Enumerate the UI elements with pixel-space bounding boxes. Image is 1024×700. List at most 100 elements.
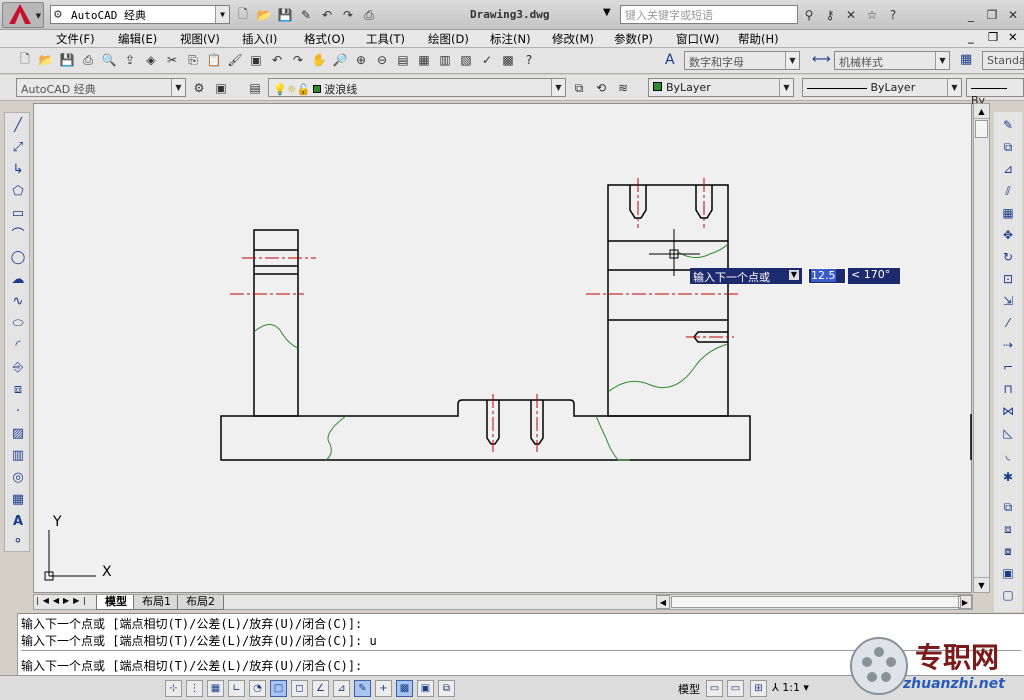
layer-previous-icon[interactable]: ⟲: [592, 79, 610, 97]
extend-icon[interactable]: ⇢: [999, 336, 1017, 354]
minimize-icon[interactable]: _: [962, 6, 980, 24]
workspace-select[interactable]: AutoCAD 经典 ▼: [16, 78, 186, 97]
scale-icon[interactable]: ⊡: [999, 270, 1017, 288]
polygon-icon[interactable]: ⬠: [9, 183, 27, 201]
horizontal-scroll-thumb[interactable]: [671, 596, 961, 608]
construction-line-icon[interactable]: ⤢: [9, 139, 27, 157]
menu-edit[interactable]: 编辑(E): [118, 31, 157, 47]
workspace-settings-icon[interactable]: ⚙: [190, 79, 208, 97]
calculator-icon[interactable]: ▩: [499, 51, 517, 69]
dynamic-length-input[interactable]: 12.5: [808, 268, 846, 284]
publish-icon[interactable]: ⇪: [121, 51, 139, 69]
application-menu-button[interactable]: ▼: [2, 2, 44, 28]
annotation-scale-icon[interactable]: ⊞: [750, 680, 767, 697]
scroll-thumb[interactable]: [975, 120, 988, 138]
tab-layout2[interactable]: 布局2: [177, 595, 224, 610]
annotation-scale[interactable]: ⅄ 1:1 ▾: [772, 681, 809, 694]
zoom-realtime-icon[interactable]: 🔎: [331, 51, 349, 69]
revcloud-icon[interactable]: ☁: [9, 271, 27, 289]
key-icon[interactable]: ⚷: [821, 6, 839, 24]
drawing-canvas[interactable]: Y X 输入下一个点或 ▼ 12.5 < 170°: [33, 103, 972, 593]
rotate-icon[interactable]: ↻: [999, 248, 1017, 266]
fillet-icon[interactable]: ◟: [999, 446, 1017, 464]
command-prompt[interactable]: 输入下一个点或 [端点相切(T)/公差(L)/放弃(U)/闭合(C)]:: [21, 657, 362, 674]
text-style-select[interactable]: 数字和字母 ▼: [684, 51, 800, 70]
copy-icon[interactable]: ⎘: [184, 51, 202, 69]
sheetset-icon[interactable]: ▧: [457, 51, 475, 69]
mirror-icon[interactable]: ⊿: [999, 160, 1017, 178]
markup-icon[interactable]: ✓: [478, 51, 496, 69]
ellipse-arc-icon[interactable]: ◜: [9, 337, 27, 355]
menu-help[interactable]: 帮助(H): [738, 31, 779, 47]
menu-parametric[interactable]: 参数(P): [614, 31, 653, 47]
add-selected-icon[interactable]: ⚬: [9, 533, 27, 551]
linetype-select[interactable]: ByLayer ▼: [802, 78, 962, 97]
help-tool-icon[interactable]: ?: [520, 51, 538, 69]
cut-icon[interactable]: ✂: [163, 51, 181, 69]
region-icon[interactable]: ◎: [9, 469, 27, 487]
restore-icon[interactable]: ❐: [983, 6, 1001, 24]
otrack-icon[interactable]: ∠: [312, 680, 329, 697]
quickprops-icon[interactable]: ▣: [417, 680, 434, 697]
offset-icon[interactable]: ⫽: [999, 182, 1017, 200]
arrow-down-icon[interactable]: ▼: [789, 270, 799, 280]
rectangle-icon[interactable]: ▭: [9, 205, 27, 223]
polyline-icon[interactable]: ↳: [9, 161, 27, 179]
stretch-icon[interactable]: ⇲: [999, 292, 1017, 310]
menu-dimension[interactable]: 标注(N): [490, 31, 531, 47]
scroll-right-icon[interactable]: ▶: [958, 595, 972, 609]
print-icon[interactable]: ⎙: [79, 51, 97, 69]
doc-close-icon[interactable]: ✕: [1008, 30, 1018, 44]
point-icon[interactable]: ·: [9, 403, 27, 421]
zoom-previous-icon[interactable]: ⊖: [373, 51, 391, 69]
matchprop-icon[interactable]: 🖌: [226, 51, 244, 69]
move-icon[interactable]: ✥: [999, 226, 1017, 244]
send-back-icon[interactable]: ⧇: [999, 542, 1017, 560]
layer-manager-icon[interactable]: ▤: [246, 79, 264, 97]
below-object-icon[interactable]: ▢: [999, 586, 1017, 604]
search-input[interactable]: 键入关键字或短语: [620, 5, 798, 24]
tab-layout1[interactable]: 布局1: [133, 595, 180, 610]
table-style-select[interactable]: Standa: [982, 51, 1024, 70]
toolpalettes-icon[interactable]: ▥: [436, 51, 454, 69]
mtext-icon[interactable]: A: [9, 513, 27, 531]
star-icon[interactable]: ☆: [863, 6, 881, 24]
copy-object-icon[interactable]: ⧉: [999, 138, 1017, 156]
dimstyle-icon[interactable]: ⟷: [812, 52, 831, 67]
transparency-icon[interactable]: ▩: [396, 680, 413, 697]
circle-icon[interactable]: ◯: [9, 249, 27, 267]
exchange-icon[interactable]: ✕: [842, 6, 860, 24]
spline-icon[interactable]: ∿: [9, 293, 27, 311]
help-icon[interactable]: ?: [884, 6, 902, 24]
arc-icon[interactable]: ⌒: [9, 227, 27, 245]
scroll-down-icon[interactable]: ▼: [974, 577, 989, 592]
color-select[interactable]: ByLayer ▼: [648, 78, 794, 97]
binoculars-icon[interactable]: ⚲: [800, 6, 818, 24]
dynamic-angle-input[interactable]: < 170°: [848, 268, 900, 284]
preview-icon[interactable]: 🔍: [100, 51, 118, 69]
join-icon[interactable]: ⋈: [999, 402, 1017, 420]
ellipse-icon[interactable]: ⬭: [9, 315, 27, 333]
menu-view[interactable]: 视图(V): [180, 31, 220, 47]
grid-icon[interactable]: ▦: [207, 680, 224, 697]
trim-icon[interactable]: ⁄: [999, 314, 1017, 332]
pan-icon[interactable]: ✋: [310, 51, 328, 69]
textstyle-icon[interactable]: A: [665, 52, 675, 68]
lineweight-select[interactable]: By: [966, 78, 1024, 107]
designcenter-icon[interactable]: ▦: [415, 51, 433, 69]
paste-icon[interactable]: 📋: [205, 51, 223, 69]
make-block-icon[interactable]: ⧈: [9, 381, 27, 399]
model-space-label[interactable]: 模型: [678, 681, 700, 697]
doc-minimize-icon[interactable]: _: [968, 30, 974, 44]
draworder-icon[interactable]: ⧉: [999, 498, 1017, 516]
workspace-switcher[interactable]: ⚙ AutoCAD 经典 ▼: [50, 5, 230, 24]
close-icon[interactable]: ✕: [1004, 6, 1022, 24]
3d-dwf-icon[interactable]: ◈: [142, 51, 160, 69]
tab-model[interactable]: 模型: [96, 595, 136, 610]
menu-tools[interactable]: 工具(T): [366, 31, 405, 47]
layer-select[interactable]: 💡☼🔓 波浪线 ▼: [268, 78, 566, 97]
dim-style-select[interactable]: 机械样式 ▼: [834, 51, 950, 70]
above-object-icon[interactable]: ▣: [999, 564, 1017, 582]
lineweight-icon[interactable]: +: [375, 680, 392, 697]
menu-draw[interactable]: 绘图(D): [428, 31, 469, 47]
